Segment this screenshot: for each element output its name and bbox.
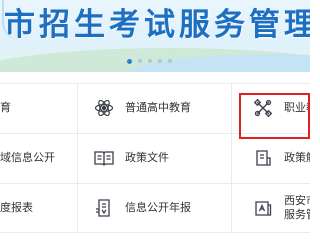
grid-item-label: 度报表 (0, 201, 33, 214)
grid-item-education[interactable]: 育 (0, 83, 77, 133)
carousel-dot[interactable] (168, 59, 172, 63)
annual-report-icon (93, 197, 115, 219)
grid-item-label: 政策文件 (125, 151, 169, 164)
grid-item-label: 西安市 服务管 (284, 194, 310, 222)
news-page-icon (252, 197, 274, 219)
grid-item-label-line1: 西安市 (284, 194, 310, 207)
grid-item-label: 普通高中教育 (125, 101, 191, 114)
carousel-dots[interactable] (127, 57, 172, 65)
atom-icon (93, 97, 115, 119)
grid-item-policy-documents[interactable]: 政策文件 (93, 133, 231, 183)
carousel-dot[interactable] (148, 59, 152, 63)
grid-item-label-line2: 服务管 (284, 208, 310, 221)
carousel-dot-active[interactable] (127, 58, 132, 64)
grid-item-label: 育 (0, 101, 11, 114)
grid-item-info-disclosure-annual-report[interactable]: 信息公开年报 (93, 183, 231, 233)
carousel-dot[interactable] (138, 59, 142, 63)
document-reader-icon (252, 147, 274, 169)
header-banner: 市招生考试服务管理 (0, 0, 310, 72)
grid-item-annual-reports[interactable]: 度报表 (0, 183, 77, 233)
page: 市招生考试服务管理 育 普通高中教育 职业 域信息公开 政策文件 政策 度报表 … (0, 0, 310, 233)
grid-item-high-school-education[interactable]: 普通高中教育 (93, 83, 231, 133)
grid-item-policy-interpretation[interactable]: 政策解 (252, 133, 310, 183)
grid-row: 度报表 信息公开年报 西安 服务 (0, 183, 310, 233)
grid-row: 域信息公开 政策文件 政策 (0, 133, 310, 183)
grid-item-label: 信息公开年报 (125, 201, 191, 214)
grid-item-xian-service-management[interactable]: 西安市 服务管 (252, 183, 310, 233)
carousel-dot[interactable] (158, 59, 162, 63)
grid-item-label: 域信息公开 (0, 151, 55, 164)
grid-item-label: 政策解 (284, 151, 310, 164)
highlight-box (239, 93, 310, 139)
open-book-icon (93, 147, 115, 169)
banner-title: 市招生考试服务管理 (4, 7, 310, 43)
grid-item-regional-info-disclosure[interactable]: 域信息公开 (0, 133, 77, 183)
